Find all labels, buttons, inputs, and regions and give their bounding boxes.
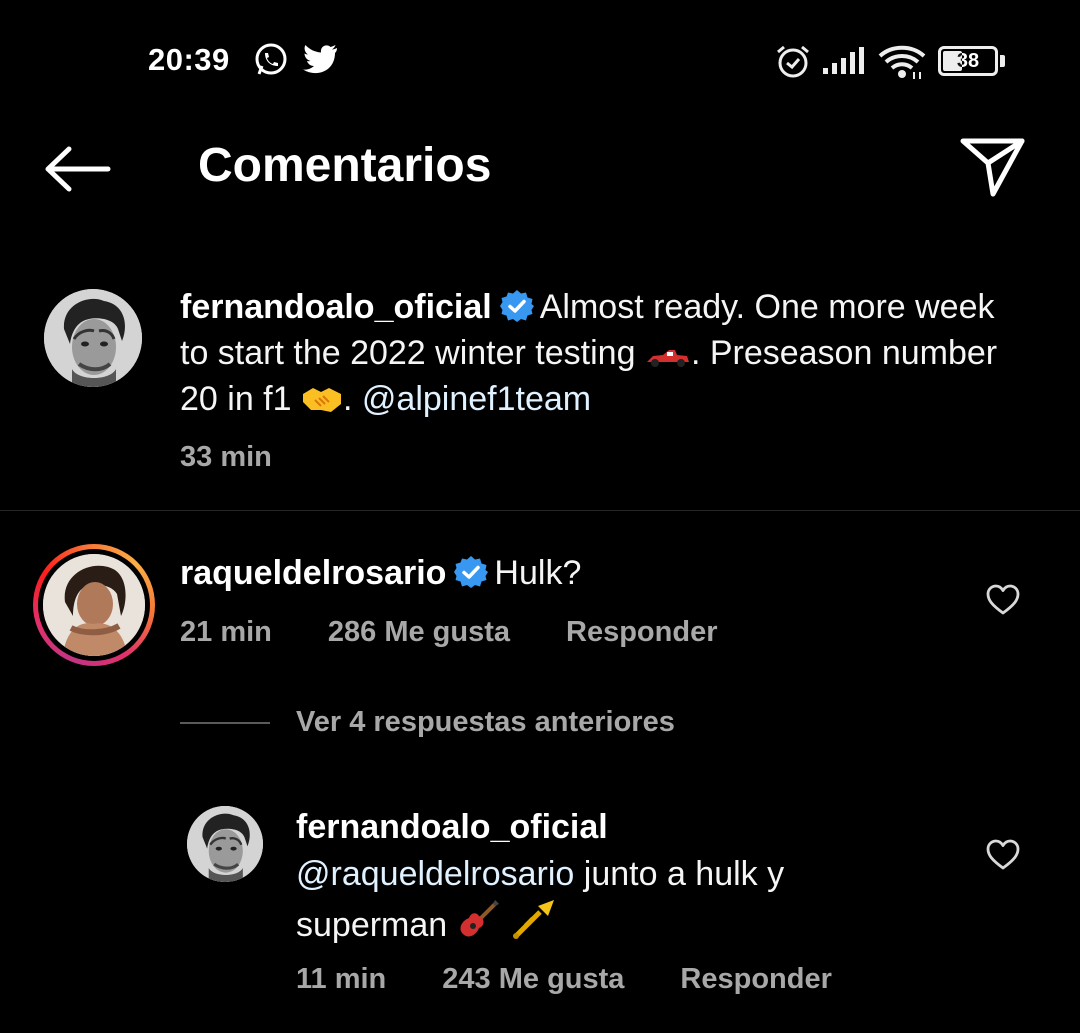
battery-level: 38 (956, 50, 980, 72)
reply-mention-link[interactable]: @raqueldelrosario (296, 855, 574, 893)
comment-body: Hulk? (494, 554, 582, 592)
reply-likes[interactable]: 243 Me gusta (442, 963, 624, 996)
twitter-icon (303, 45, 337, 74)
caption-time: 33 min (180, 441, 272, 473)
back-button[interactable] (40, 140, 114, 200)
caption-text: fernandoalo_oficial Almost ready. One mor… (180, 284, 1020, 422)
comment-username[interactable]: raqueldelrosario (180, 554, 446, 592)
like-heart-icon[interactable] (986, 839, 1020, 871)
reply-username[interactable]: fernandoalo_oficial (296, 804, 936, 851)
send-icon (960, 138, 1025, 197)
verified-badge-icon (454, 556, 489, 588)
handshake-icon (302, 388, 341, 412)
reply-avatar[interactable] (187, 806, 263, 882)
page-title: Comentarios (198, 139, 492, 192)
verified-badge-icon (499, 290, 534, 322)
battery-icon: 38 (938, 46, 998, 76)
comment-time: 21 min (180, 616, 272, 648)
like-heart-icon[interactable] (986, 584, 1020, 616)
view-previous-replies-button[interactable]: Ver 4 respuestas anteriores (180, 706, 675, 739)
comment-avatar[interactable] (43, 554, 145, 656)
profile-photo (187, 806, 263, 882)
trumpet-icon (513, 900, 555, 939)
guitar-icon (460, 900, 499, 937)
share-button[interactable] (958, 134, 1028, 200)
status-time: 20:39 (148, 42, 230, 77)
whatsapp-icon (255, 43, 287, 75)
caption-body-3: . (342, 380, 353, 418)
battery-tip (1000, 55, 1005, 67)
alarm-icon (777, 45, 809, 78)
caption-avatar[interactable] (44, 289, 142, 387)
status-bar: 20:39 38 (0, 0, 1080, 120)
reply-text: fernandoalo_oficial @raqueldelrosario ju… (296, 804, 936, 949)
comment-meta: 21 min 286 Me gusta Responder (180, 616, 774, 649)
comment-likes[interactable]: 286 Me gusta (328, 616, 510, 649)
caption-username[interactable]: fernandoalo_oficial (180, 288, 492, 326)
header: Comentarios (0, 120, 1080, 220)
wifi-icon (878, 45, 926, 79)
divider (0, 510, 1080, 511)
profile-photo (43, 554, 145, 656)
profile-photo (44, 289, 142, 387)
racing-car-icon (646, 350, 689, 367)
comment-text: raqueldelrosario Hulk? (180, 550, 581, 596)
reply-meta: 11 min 243 Me gusta Responder (296, 963, 888, 996)
reply-button[interactable]: Responder (566, 616, 717, 649)
replies-line (180, 721, 270, 724)
caption-mention-link[interactable]: @alpinef1team (362, 380, 591, 418)
signal-icon (823, 47, 864, 74)
view-replies-label: Ver 4 respuestas anteriores (296, 706, 675, 738)
reply-time: 11 min (296, 963, 387, 995)
arrow-left-icon (45, 146, 111, 192)
reply-button[interactable]: Responder (680, 963, 831, 996)
